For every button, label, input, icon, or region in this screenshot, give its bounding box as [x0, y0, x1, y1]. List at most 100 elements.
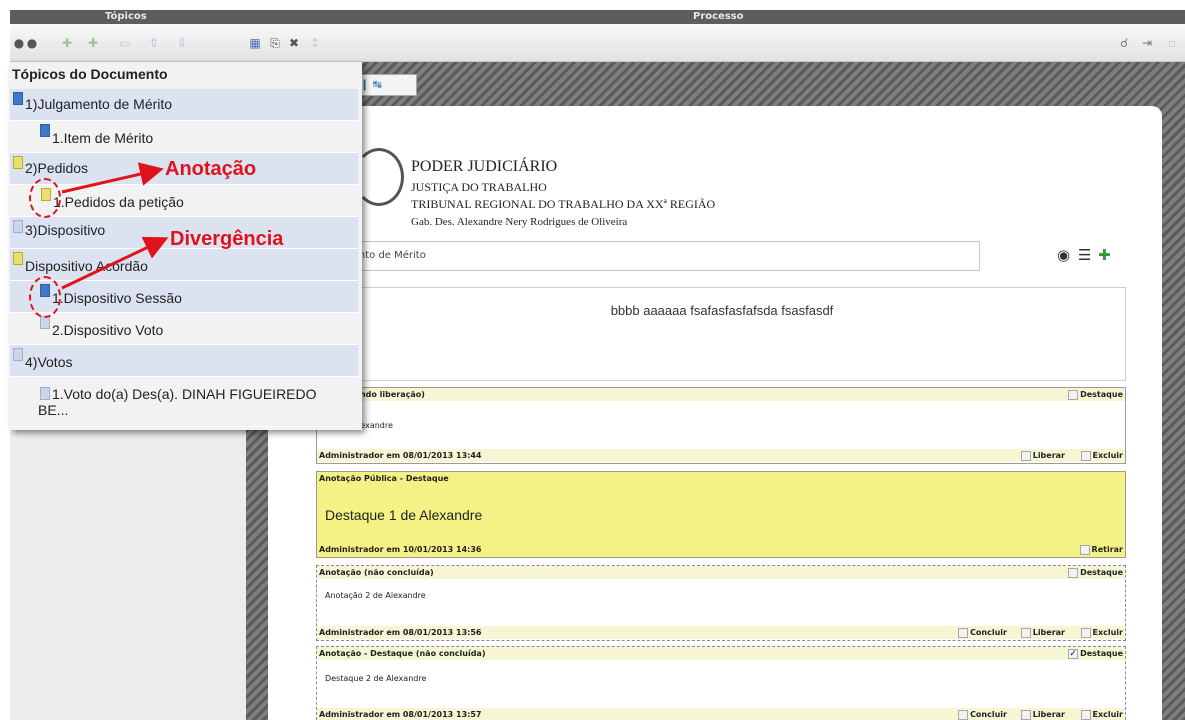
topic-item[interactable]: 4)Votos: [10, 345, 358, 377]
checkbox-label: Concluir: [970, 710, 1007, 719]
annotation-status: Anotação - Destaque (não concluída): [319, 649, 486, 658]
down-arrow-icon[interactable]: ⇩: [175, 36, 189, 50]
callout-annotation: Anotação: [165, 158, 257, 180]
annotation-author-date: Administrador em 08/01/2013 13:56: [319, 628, 482, 637]
topic-item[interactable]: 1.Dispositivo Sessão: [10, 281, 358, 313]
checkbox-label: Concluir: [970, 628, 1007, 637]
checkbox-label: Destaque: [1080, 649, 1123, 658]
blue-document-icon: [13, 92, 23, 105]
excluir-checkbox[interactable]: Excluir: [1080, 450, 1124, 461]
checkbox-label: Liberar: [1032, 710, 1065, 719]
topic-item[interactable]: 1)Julgamento de Mérito: [10, 89, 358, 121]
annotation-card: Anotação (não concluída) Destaque Anotaç…: [316, 565, 1126, 641]
topics-header-title: Tópicos: [105, 11, 147, 22]
annotation-header: Anotação (não concluída) Destaque: [317, 566, 1125, 579]
topic-item[interactable]: 2.Dispositivo Voto: [10, 313, 358, 345]
topic-label: 2.Dispositivo Voto: [52, 322, 164, 338]
topics-panel-title: Tópicos do Documento: [12, 66, 168, 82]
checkbox-label: Destaque: [1080, 568, 1123, 577]
circle-icon[interactable]: ●: [12, 36, 26, 50]
document-icon[interactable]: ▫: [1165, 36, 1179, 50]
process-header-title: Processo: [693, 11, 744, 22]
print-icon[interactable]: ⎘: [268, 36, 282, 50]
annotation-status: Anotação (não concluída): [319, 568, 434, 577]
letterhead-line3: TRIBUNAL REGIONAL DO TRABALHO DA XXª REG…: [411, 197, 716, 211]
document-icon: [13, 348, 23, 361]
liberar-checkbox[interactable]: Liberar: [1020, 627, 1065, 638]
concluir-checkbox[interactable]: Concluir: [958, 709, 1007, 720]
trash-icon[interactable]: ▭: [118, 36, 132, 50]
add-icon[interactable]: ✚: [1098, 246, 1111, 264]
annotation-text: Anotação 2 de Alexandre: [325, 591, 426, 600]
circle-icon[interactable]: ●: [25, 36, 39, 50]
topic-label: 1.Voto do(a) Des(a). DINAH FIGUEIREDO BE…: [38, 386, 317, 418]
annotation-document-icon: [13, 252, 23, 265]
annotation-header: (aguardando liberação) Destaque: [317, 388, 1125, 401]
letterhead-line4: Gab. Des. Alexandre Nery Rodrigues de Ol…: [411, 216, 628, 228]
zoom-icon[interactable]: ☌: [1117, 36, 1131, 50]
topic-label: 1.Dispositivo Sessão: [52, 290, 182, 306]
annotation-footer: Administrador em 08/01/2013 13:44 Libera…: [317, 449, 1125, 462]
export-icon[interactable]: ⇥: [1140, 36, 1154, 50]
checkbox-label: Liberar: [1032, 451, 1065, 460]
letterhead-line1: PODER JUDICIÁRIO: [411, 158, 558, 175]
blue-document-icon: [40, 124, 50, 137]
annotation-author-date: Administrador em 10/01/2013 14:36: [319, 545, 482, 554]
checkbox-label: Retirar: [1091, 545, 1123, 554]
up-arrow-icon[interactable]: ⇧: [147, 36, 161, 50]
document-icon: [13, 220, 23, 233]
annotation-card: Anotação - Destaque (não concluída) ✓ Des…: [316, 646, 1126, 720]
topic-label: 1.Item de Mérito: [52, 130, 154, 146]
checkbox-label: Excluir: [1092, 628, 1124, 637]
topic-label: 1.Pedidos da petição: [53, 194, 184, 210]
highlight-ring: [29, 276, 61, 318]
callout-divergence: Divergência: [170, 228, 284, 250]
excluir-checkbox[interactable]: Excluir: [1080, 709, 1124, 720]
topic-title-field[interactable]: mento de Mérito: [330, 241, 980, 271]
topic-item[interactable]: 1.Pedidos da petição: [10, 185, 358, 217]
list-icon[interactable]: ☰: [1078, 246, 1091, 264]
annotation-footer: Administrador em 10/01/2013 14:36 Retira…: [317, 543, 1125, 556]
view-tab[interactable]: ❙ ↹: [355, 74, 417, 96]
annotation-footer: Administrador em 08/01/2013 13:56 Conclu…: [317, 626, 1125, 639]
annotation-text: Destaque 1 de Alexandre: [325, 507, 483, 523]
add-icon[interactable]: ✚: [60, 36, 74, 50]
destaque-checkbox[interactable]: Destaque: [1068, 567, 1123, 578]
save-icon[interactable]: ▦: [248, 36, 262, 50]
annotation-header: Anotação Pública - Destaque: [317, 472, 1125, 485]
concluir-checkbox[interactable]: Concluir: [958, 627, 1007, 638]
topic-label: 4)Votos: [25, 354, 73, 370]
liberar-checkbox[interactable]: Liberar: [1020, 709, 1065, 720]
letterhead-line2: JUSTIÇA DO TRABALHO: [411, 180, 547, 194]
annotation-author-date: Administrador em 08/01/2013 13:44: [319, 451, 482, 460]
annotation-author-date: Administrador em 08/01/2013 13:57: [319, 710, 482, 719]
topic-label: 3)Dispositivo: [25, 222, 106, 238]
checkbox-label: Liberar: [1032, 628, 1065, 637]
toolbar: ● ● ✚ ✚ ▭ ⇧ ⇩ ▦ ⎘ ✖ ↕ ☌ ⇥ ▫: [10, 24, 1185, 62]
checkbox-label: Excluir: [1092, 451, 1124, 460]
annotation-text: Destaque 2 de Alexandre: [325, 674, 427, 683]
liberar-checkbox[interactable]: Liberar: [1020, 450, 1065, 461]
checkbox-label: Excluir: [1092, 710, 1124, 719]
topic-item[interactable]: Dispositivo Acórdão: [10, 249, 358, 281]
eye-icon[interactable]: ◉: [1057, 246, 1070, 264]
checkbox-label: Destaque: [1080, 390, 1123, 399]
retirar-checkbox[interactable]: Retirar: [1079, 544, 1123, 555]
topic-item[interactable]: 1.Item de Mérito: [10, 121, 358, 153]
destaque-checkbox[interactable]: ✓ Destaque: [1068, 648, 1123, 659]
topic-item[interactable]: 1.Voto do(a) Des(a). DINAH FIGUEIREDO BE…: [10, 377, 358, 427]
destaque-checkbox[interactable]: Destaque: [1068, 389, 1123, 400]
add-icon[interactable]: ✚: [86, 36, 100, 50]
topic-label: 1)Julgamento de Mérito: [25, 96, 173, 112]
expand-icon[interactable]: ✖: [287, 36, 301, 50]
topic-label: 2)Pedidos: [25, 160, 89, 176]
highlight-ring: [29, 178, 61, 218]
annotation-footer: Administrador em 08/01/2013 13:57 Conclu…: [317, 708, 1125, 720]
annotation-card-highlighted: Anotação Pública - Destaque Destaque 1 d…: [316, 471, 1126, 558]
document-text-area[interactable]: bbbb aaaaaa fsafasfasfafsda fsasfasdf: [318, 287, 1126, 381]
collapse-icon[interactable]: ↕: [308, 36, 322, 50]
excluir-checkbox[interactable]: Excluir: [1080, 627, 1124, 638]
annotation-text: o 1 de Alexandre: [325, 421, 393, 430]
annotation-document-icon: [13, 156, 23, 169]
header-bar: Tópicos Processo: [10, 10, 1185, 24]
